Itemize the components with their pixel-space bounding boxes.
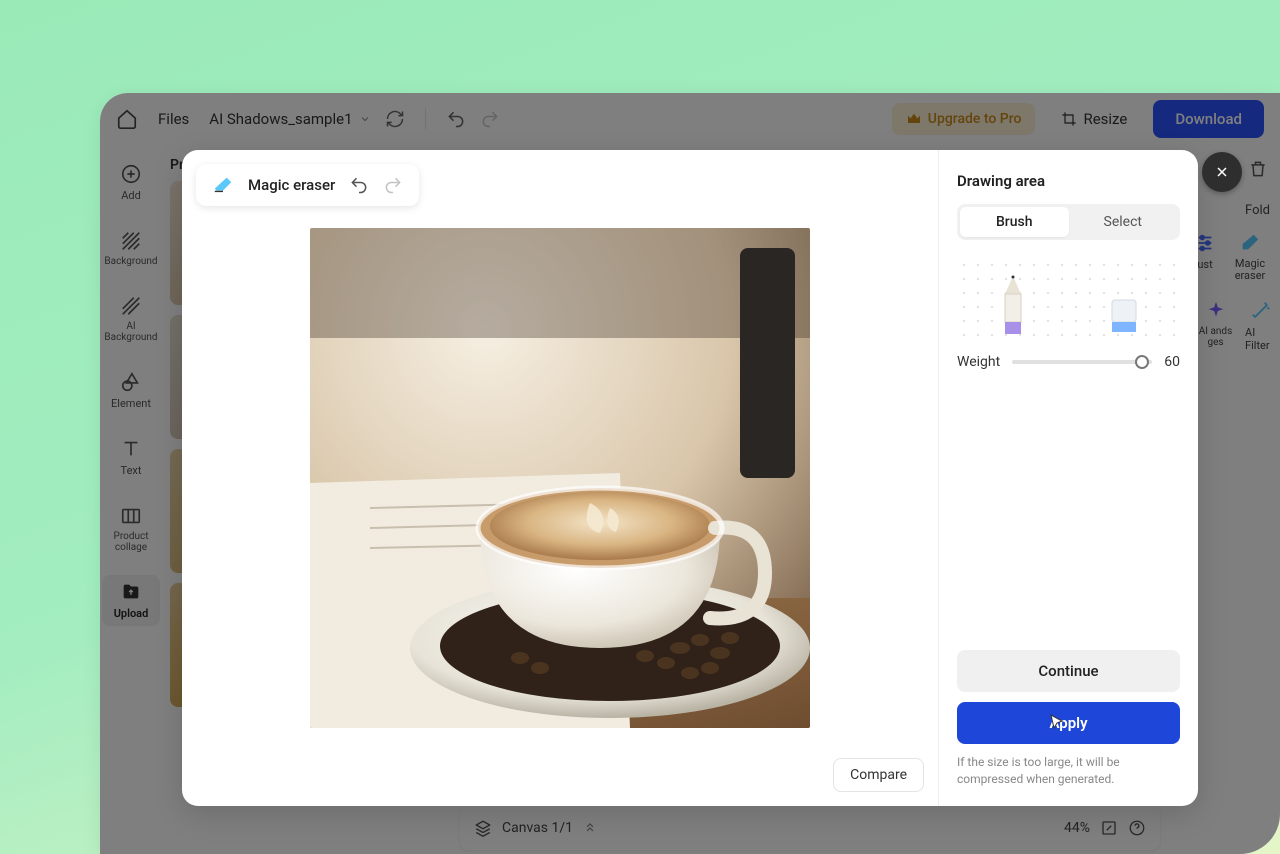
- hint-text: If the size is too large, it will be com…: [957, 754, 1180, 788]
- pencil-tool-icon[interactable]: [993, 272, 1033, 336]
- continue-button[interactable]: Continue: [957, 650, 1180, 692]
- weight-slider[interactable]: [1012, 360, 1152, 364]
- redo-icon[interactable]: [383, 175, 403, 195]
- weight-label: Weight: [957, 354, 1000, 370]
- mode-segment: Brush Select: [957, 204, 1180, 240]
- tool-header: Magic eraser: [196, 164, 419, 206]
- magic-eraser-modal: Magic eraser: [182, 150, 1198, 806]
- close-icon: [1214, 164, 1230, 180]
- drawing-area-title: Drawing area: [957, 172, 1180, 190]
- modal-canvas-area: Magic eraser: [182, 150, 938, 806]
- brush-tab[interactable]: Brush: [960, 207, 1069, 237]
- apply-button[interactable]: Apply: [957, 702, 1180, 744]
- canvas-image[interactable]: [310, 228, 810, 728]
- tool-name: Magic eraser: [248, 176, 335, 194]
- modal-settings-panel: Drawing area Brush Select Weight 60 Cont…: [938, 150, 1198, 806]
- select-tab[interactable]: Select: [1069, 207, 1178, 237]
- close-button[interactable]: [1202, 152, 1242, 192]
- undo-icon[interactable]: [349, 175, 369, 195]
- slider-thumb[interactable]: [1135, 355, 1149, 369]
- cursor-icon: [1049, 713, 1065, 731]
- eraser-tool-icon[interactable]: [1104, 272, 1144, 336]
- eraser-icon: [212, 174, 234, 196]
- tool-picker: [957, 258, 1180, 338]
- compare-button[interactable]: Compare: [833, 758, 924, 792]
- weight-row: Weight 60: [957, 354, 1180, 370]
- weight-value: 60: [1164, 354, 1180, 370]
